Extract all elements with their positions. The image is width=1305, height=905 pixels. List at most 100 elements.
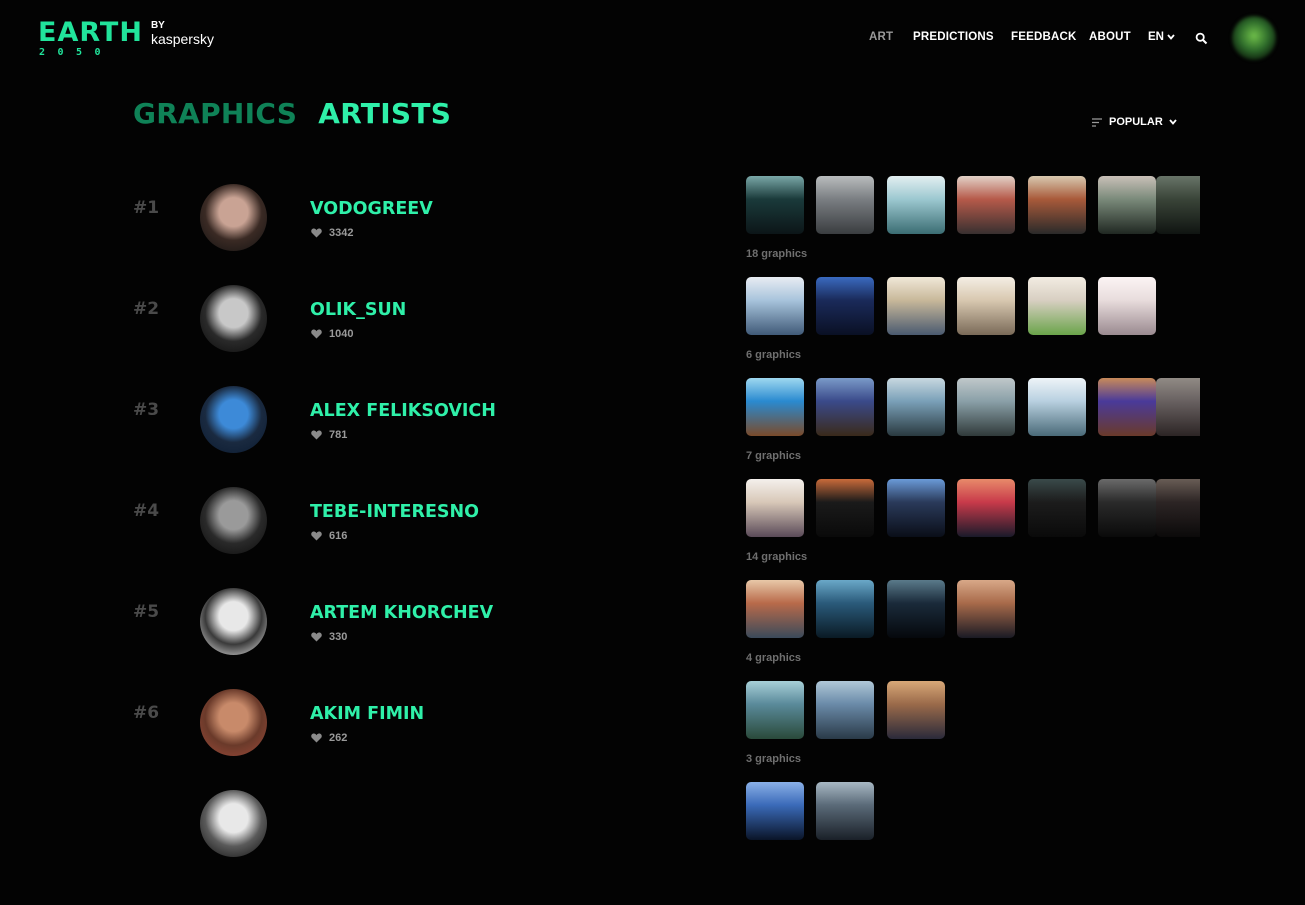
artist-rank: #1 xyxy=(133,198,160,218)
graphic-thumbnail[interactable] xyxy=(816,580,874,638)
graphic-thumbnail[interactable] xyxy=(1156,378,1200,436)
artist-likes: 262 xyxy=(311,732,347,744)
search-icon[interactable] xyxy=(1195,32,1208,45)
graphic-thumbnail[interactable] xyxy=(1156,176,1200,234)
nav-art[interactable]: ART xyxy=(869,31,893,43)
heart-icon xyxy=(311,228,322,238)
graphics-thumbnails xyxy=(746,378,1200,436)
likes-count: 616 xyxy=(329,530,348,542)
section-tabs: GRAPHICS ARTISTS xyxy=(133,97,451,130)
graphic-thumbnail[interactable] xyxy=(816,782,874,840)
graphics-thumbnails xyxy=(746,176,1200,234)
artist-name[interactable]: ARTEM KHORCHEV xyxy=(310,603,493,623)
graphics-thumbnails xyxy=(746,479,1200,537)
language-selector[interactable]: EN xyxy=(1148,31,1175,43)
graphic-thumbnail[interactable] xyxy=(746,378,804,436)
graphic-thumbnail[interactable] xyxy=(816,378,874,436)
likes-count: 330 xyxy=(329,631,348,643)
heart-icon xyxy=(311,430,322,440)
graphics-count: 14 graphics xyxy=(746,551,808,563)
sort-dropdown[interactable]: POPULAR xyxy=(1092,116,1177,128)
artist-avatar[interactable] xyxy=(200,285,267,352)
graphic-thumbnail[interactable] xyxy=(957,378,1015,436)
graphic-thumbnail[interactable] xyxy=(746,176,804,234)
nav-about[interactable]: ABOUT xyxy=(1089,31,1131,43)
graphic-thumbnail[interactable] xyxy=(746,277,804,335)
artist-avatar[interactable] xyxy=(200,588,267,655)
language-label: EN xyxy=(1148,31,1164,43)
artist-name[interactable]: VODOGREEV xyxy=(310,199,433,219)
artist-name[interactable]: ALEX FELIKSOVICH xyxy=(310,401,496,421)
graphic-thumbnail[interactable] xyxy=(746,580,804,638)
heart-icon xyxy=(311,632,322,642)
graphic-thumbnail[interactable] xyxy=(1028,176,1086,234)
graphic-thumbnail[interactable] xyxy=(957,580,1015,638)
graphic-thumbnail[interactable] xyxy=(1098,479,1156,537)
logo-year: 2050 xyxy=(39,47,114,58)
graphic-thumbnail[interactable] xyxy=(1028,479,1086,537)
graphic-thumbnail[interactable] xyxy=(887,378,945,436)
graphic-thumbnail[interactable] xyxy=(957,277,1015,335)
nav-feedback[interactable]: FEEDBACK xyxy=(1011,31,1077,43)
likes-count: 262 xyxy=(329,732,348,744)
graphic-thumbnail[interactable] xyxy=(887,479,945,537)
artist-name[interactable]: OLIK_SUN xyxy=(310,300,406,320)
artist-name[interactable]: TEBE-INTERESNO xyxy=(310,502,479,522)
main-nav: ART PREDICTIONS FEEDBACK ABOUT EN xyxy=(0,31,1305,47)
artist-rank: #2 xyxy=(133,299,160,319)
graphic-thumbnail[interactable] xyxy=(957,176,1015,234)
graphics-thumbnails xyxy=(746,782,1200,840)
likes-count: 3342 xyxy=(329,227,354,239)
artist-rank: #6 xyxy=(133,703,160,723)
nav-predictions[interactable]: PREDICTIONS xyxy=(913,31,994,43)
artist-name[interactable]: AKIM FIMIN xyxy=(310,704,424,724)
graphics-count: 7 graphics xyxy=(746,450,802,462)
graphic-thumbnail[interactable] xyxy=(816,277,874,335)
sort-label: POPULAR xyxy=(1109,116,1163,128)
chevron-down-icon xyxy=(1169,119,1177,125)
artist-rank: #4 xyxy=(133,501,160,521)
graphic-thumbnail[interactable] xyxy=(957,479,1015,537)
graphic-thumbnail[interactable] xyxy=(1098,176,1156,234)
graphic-thumbnail[interactable] xyxy=(887,580,945,638)
artist-avatar[interactable] xyxy=(200,184,267,251)
artist-rank: #5 xyxy=(133,602,160,622)
heart-icon xyxy=(311,531,322,541)
graphic-thumbnail[interactable] xyxy=(816,681,874,739)
artist-avatar[interactable] xyxy=(200,790,267,857)
graphic-thumbnail[interactable] xyxy=(1028,378,1086,436)
header: EARTH 2050 BY kaspersky ART PREDICTIONS … xyxy=(0,0,1305,80)
graphic-thumbnail[interactable] xyxy=(1028,277,1086,335)
graphic-thumbnail[interactable] xyxy=(1156,479,1200,537)
artist-avatar[interactable] xyxy=(200,487,267,554)
graphic-thumbnail[interactable] xyxy=(1098,277,1156,335)
heart-icon xyxy=(311,733,322,743)
graphic-thumbnail[interactable] xyxy=(887,176,945,234)
graphics-count: 3 graphics xyxy=(746,753,802,765)
tab-graphics[interactable]: GRAPHICS xyxy=(133,97,297,130)
artist-likes: 616 xyxy=(311,530,347,542)
artist-likes: 3342 xyxy=(311,227,353,239)
graphic-thumbnail[interactable] xyxy=(887,277,945,335)
user-avatar[interactable] xyxy=(1232,16,1276,60)
graphic-thumbnail[interactable] xyxy=(746,782,804,840)
artist-likes: 1040 xyxy=(311,328,353,340)
graphics-count: 4 graphics xyxy=(746,652,802,664)
artist-avatar[interactable] xyxy=(200,386,267,453)
sort-icon xyxy=(1092,117,1102,127)
graphics-thumbnails xyxy=(746,580,1200,638)
graphic-thumbnail[interactable] xyxy=(746,479,804,537)
likes-count: 781 xyxy=(329,429,348,441)
graphic-thumbnail[interactable] xyxy=(816,176,874,234)
artist-rank: #3 xyxy=(133,400,160,420)
graphic-thumbnail[interactable] xyxy=(887,681,945,739)
likes-count: 1040 xyxy=(329,328,354,340)
artist-avatar[interactable] xyxy=(200,689,267,756)
graphic-thumbnail[interactable] xyxy=(1098,378,1156,436)
chevron-down-icon xyxy=(1167,34,1175,40)
heart-icon xyxy=(311,329,322,339)
graphic-thumbnail[interactable] xyxy=(746,681,804,739)
graphics-thumbnails xyxy=(746,277,1200,335)
tab-artists[interactable]: ARTISTS xyxy=(318,97,451,130)
graphic-thumbnail[interactable] xyxy=(816,479,874,537)
